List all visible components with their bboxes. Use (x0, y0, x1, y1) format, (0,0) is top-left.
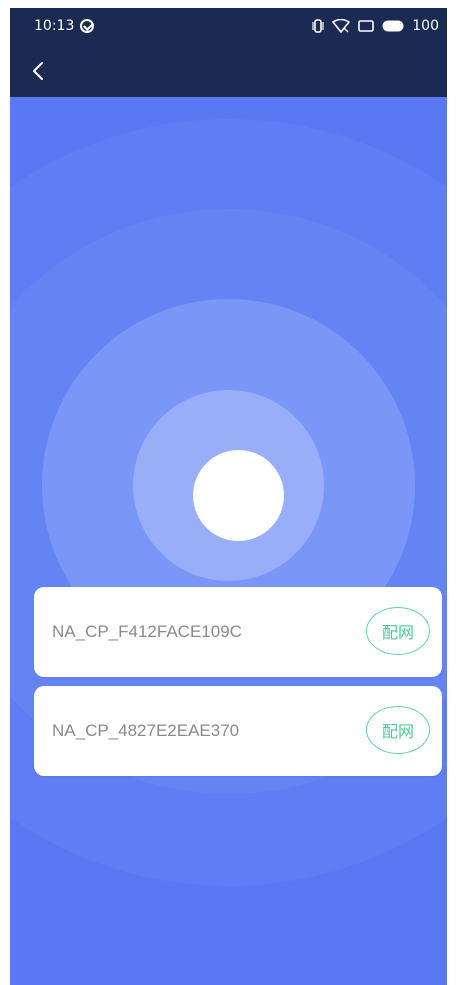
sync-icon (80, 19, 95, 33)
phone-screen: 10:13 100 NA_CP_F412FACE109C 配网 NA_CP_48… (10, 8, 447, 985)
device-card[interactable]: NA_CP_F412FACE109C 配网 (34, 587, 442, 677)
device-card[interactable]: NA_CP_4827E2EAE370 配网 (34, 686, 442, 776)
scan-area: NA_CP_F412FACE109C 配网 NA_CP_4827E2EAE370… (10, 97, 447, 985)
device-name: NA_CP_F412FACE109C (52, 622, 242, 641)
center-dot (193, 450, 284, 541)
battery-icon (382, 20, 404, 32)
back-icon[interactable] (28, 60, 50, 82)
top-bar: 10:13 100 (10, 8, 447, 97)
wifi-icon (332, 19, 351, 33)
device-name: NA_CP_4827E2EAE370 (52, 721, 240, 740)
status-time: 10:13 (34, 18, 75, 34)
battery-level: 100 (412, 18, 439, 34)
status-bar-right: 100 (312, 18, 439, 34)
vibrate-icon (312, 19, 324, 33)
configure-network-button[interactable]: 配网 (366, 706, 430, 754)
screen-icon (358, 20, 375, 32)
configure-network-button[interactable]: 配网 (366, 607, 430, 655)
status-bar-left: 10:13 (34, 18, 95, 34)
